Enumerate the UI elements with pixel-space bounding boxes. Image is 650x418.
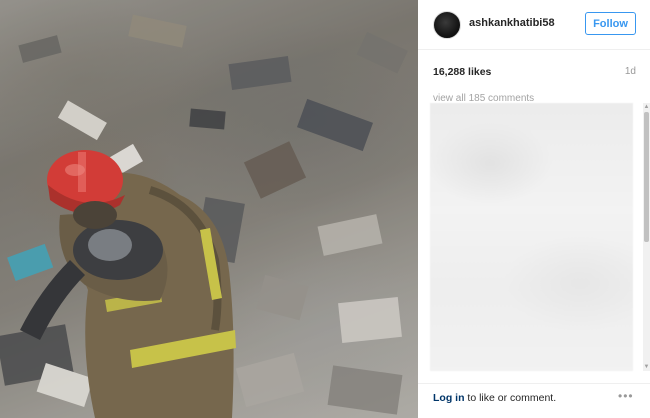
avatar[interactable] xyxy=(433,11,461,39)
post-side-panel: ashkankhatibi58 Follow 16,288 likes 1d v… xyxy=(418,0,650,418)
post-header: ashkankhatibi58 Follow xyxy=(418,0,650,50)
more-options-icon[interactable]: ••• xyxy=(618,390,638,402)
comments-scrollbar[interactable]: ▲ ▼ xyxy=(643,103,650,371)
scroll-up-arrow-icon[interactable]: ▲ xyxy=(643,103,650,111)
login-prompt: Log in to like or comment. xyxy=(433,392,556,404)
post-timestamp[interactable]: 1d xyxy=(625,66,636,77)
comments-list xyxy=(430,103,633,371)
scroll-down-arrow-icon[interactable]: ▼ xyxy=(643,363,650,371)
likes-row: 16,288 likes 1d xyxy=(433,66,636,80)
likes-count[interactable]: 16,288 likes xyxy=(433,66,491,78)
post-footer: Log in to like or comment. ••• xyxy=(418,383,650,418)
post-photo[interactable] xyxy=(0,0,418,418)
login-link[interactable]: Log in xyxy=(433,392,465,404)
scrollbar-thumb[interactable] xyxy=(644,112,649,242)
follow-button[interactable]: Follow xyxy=(585,12,636,35)
photo-illustration xyxy=(0,0,418,418)
login-prompt-suffix: to like or comment. xyxy=(464,392,557,404)
username-link[interactable]: ashkankhatibi58 xyxy=(469,17,555,29)
